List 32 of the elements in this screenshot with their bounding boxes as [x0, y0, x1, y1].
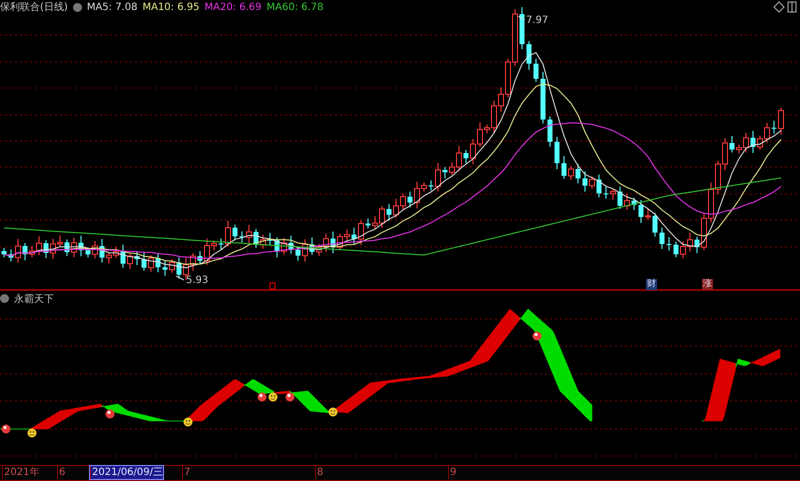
indicator-title: 永霸天下: [14, 292, 54, 306]
panel-icon[interactable]: [788, 2, 796, 12]
ball-icon: [2, 424, 10, 434]
ball-icon: [286, 392, 294, 402]
low-price-label: 5.93: [186, 275, 208, 286]
ball-icon: [106, 409, 114, 418]
high-price-label: 7.97: [526, 15, 548, 26]
leader-line: [176, 276, 184, 280]
moving-average-label: MA5: 7.08: [86, 2, 138, 12]
time-axis-label: 2021年: [2, 466, 40, 480]
moving-average-label: MA10: 6.95: [142, 2, 200, 12]
event-marker[interactable]: 财: [646, 279, 657, 290]
time-axis-label: 8: [315, 466, 324, 480]
smiley-icon: [328, 407, 338, 416]
dropdown-icon[interactable]: [0, 294, 9, 304]
moving-average-label: MA20: 6.69: [204, 2, 262, 12]
smiley-icon: [184, 417, 192, 426]
leader-line: [518, 16, 524, 20]
time-axis-label: 7: [182, 466, 190, 480]
chart-title: 保利联合(日线): [0, 0, 68, 14]
smiley-icon: [268, 392, 278, 402]
time-axis-label: 9: [448, 466, 456, 480]
time-axis-label: 6: [57, 466, 66, 480]
dropdown-icon[interactable]: [72, 2, 82, 12]
ball-icon: [258, 392, 266, 402]
smiley-icon: [28, 428, 36, 438]
ball-icon: [532, 331, 542, 340]
moving-average-label: MA60: 6.78: [266, 2, 324, 12]
diamond-icon[interactable]: [773, 1, 785, 13]
event-marker[interactable]: 涨: [702, 279, 713, 290]
signal-icon: [270, 282, 276, 290]
time-axis-label: 2021/06/09/三: [90, 466, 164, 480]
